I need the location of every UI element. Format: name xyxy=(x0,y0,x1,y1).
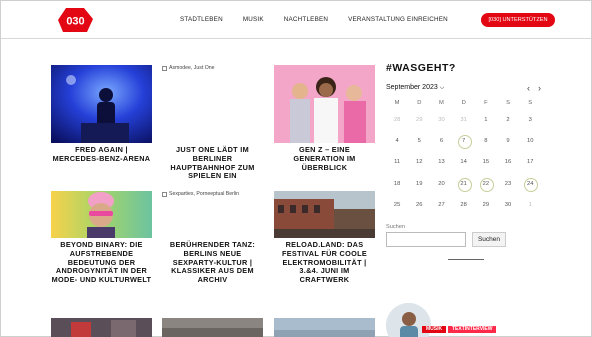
calendar-day[interactable]: 28 xyxy=(453,195,475,216)
nav-veranstaltung-einreichen[interactable]: VERANSTALTUNG EINREICHEN xyxy=(348,16,448,23)
tag-musik[interactable]: MUSIK xyxy=(422,326,447,333)
calendar-day[interactable]: 16 xyxy=(497,152,519,173)
calendar-day-of-week: S xyxy=(506,100,510,106)
article-title[interactable]: BEYOND BINARY: DIE AUFSTREBENDE BEDEUTUN… xyxy=(51,240,152,285)
article-thumbnail[interactable] xyxy=(274,191,375,238)
calendar-day-of-week: D xyxy=(417,100,422,106)
search-label: Suchen xyxy=(386,223,405,230)
search-button[interactable]: Suchen xyxy=(472,231,506,247)
calendar-day[interactable]: 13 xyxy=(430,152,452,173)
article-title[interactable]: FRED AGAIN | MERCEDES-BENZ-ARENA xyxy=(51,145,152,164)
calendar-day[interactable]: 19 xyxy=(408,173,430,194)
article-thumbnail[interactable] xyxy=(274,65,375,143)
calendar-day-of-week: F xyxy=(484,100,488,106)
calendar-day[interactable]: 23 xyxy=(497,173,519,194)
article-card[interactable]: FRED AGAIN | MERCEDES-BENZ-ARENA xyxy=(51,65,152,164)
broken-image-icon xyxy=(162,65,167,71)
article-card[interactable]: Sexparties, Porneeptual Berlin BERÜHREND… xyxy=(162,191,263,285)
article-thumbnail[interactable] xyxy=(162,318,263,337)
calendar-day-of-week: M xyxy=(394,100,400,106)
article-title[interactable]: RELOAD.LAND: DAS FESTIVAL FÜR COOLE ELEK… xyxy=(274,240,375,285)
calendar-day[interactable]: 21 xyxy=(453,173,475,194)
article-title[interactable]: GEN Z – EINE GENERATION IM ÜBERBLICK xyxy=(274,145,375,172)
chevron-right-icon[interactable]: › xyxy=(538,83,541,93)
calendar-month-select[interactable]: September 2023 ⌵ xyxy=(386,84,444,92)
calendar-day[interactable]: 29 xyxy=(475,195,497,216)
calendar-day[interactable]: 6 xyxy=(430,130,452,151)
calendar-day-of-week: D xyxy=(461,100,466,106)
article-card[interactable]: BEYOND BINARY: DIE AUFSTREBENDE BEDEUTUN… xyxy=(51,191,152,285)
image-alt-text: Asmodee, Just One xyxy=(162,65,263,71)
calendar-day[interactable]: 24 xyxy=(519,173,541,194)
article-thumbnail[interactable] xyxy=(51,191,152,238)
calendar-day[interactable]: 27 xyxy=(430,195,452,216)
tag-textinterview[interactable]: TEXTINTERVIEW xyxy=(448,326,497,333)
article-thumbnail[interactable] xyxy=(51,65,152,143)
nav-nachtleben[interactable]: NACHTLEBEN xyxy=(284,16,328,23)
calendar-day[interactable]: 10 xyxy=(519,130,541,151)
article-title[interactable]: JUST ONE LÄDT IM BERLINER HAUPTBAHNHOF Z… xyxy=(162,145,263,181)
calendar-header: September 2023 ⌵ ‹ › xyxy=(386,83,546,93)
calendar-day[interactable]: 3 xyxy=(519,109,541,130)
calendar-day[interactable]: 8 xyxy=(475,130,497,151)
site-logo[interactable]: 030 xyxy=(57,7,95,33)
calendar-day[interactable]: 1 xyxy=(519,195,541,216)
calendar-day[interactable]: 17 xyxy=(519,152,541,173)
calendar-day[interactable]: 7 xyxy=(453,130,475,151)
article-card[interactable]: GEN Z – EINE GENERATION IM ÜBERBLICK xyxy=(274,65,375,172)
site-header: 030 STADTLEBEN MUSIK NACHTLEBEN VERANSTA… xyxy=(1,1,591,39)
nav-musik[interactable]: MUSIK xyxy=(243,16,264,23)
support-button[interactable]: [030] UNTERSTÜTZEN xyxy=(481,13,555,27)
chevron-left-icon[interactable]: ‹ xyxy=(527,83,530,93)
article-thumbnail[interactable]: Asmodee, Just One xyxy=(162,65,263,143)
calendar-day[interactable]: 30 xyxy=(497,195,519,216)
article-thumbnail[interactable] xyxy=(51,318,152,337)
calendar-grid: M D M D F S S 28 29 30 31 1 2 3 4 5 6 7 8 9 10 11 12 13 14 15 16 17… xyxy=(386,97,546,216)
article-title[interactable]: BERÜHRENDER TANZ: BERLINS NEUE SEXPARTY-… xyxy=(162,240,263,285)
calendar-day[interactable]: 31 xyxy=(453,109,475,130)
nav-stadtleben[interactable]: STADTLEBEN xyxy=(180,16,223,23)
calendar-day[interactable]: 5 xyxy=(408,130,430,151)
article-thumbnail[interactable]: Sexparties, Porneeptual Berlin xyxy=(162,191,263,238)
calendar-day[interactable]: 1 xyxy=(475,109,497,130)
main-nav: STADTLEBEN MUSIK NACHTLEBEN VERANSTALTUN… xyxy=(180,16,468,23)
calendar-day[interactable]: 14 xyxy=(453,152,475,173)
calendar-day-of-week: S xyxy=(528,100,533,106)
calendar-day-of-week: M xyxy=(439,100,444,106)
article-card[interactable]: RELOAD.LAND: DAS FESTIVAL FÜR COOLE ELEK… xyxy=(274,191,375,285)
calendar-day[interactable]: 15 xyxy=(475,152,497,173)
sidebar-heading: #WASGEHT? xyxy=(386,62,456,74)
search-input[interactable] xyxy=(386,231,466,247)
calendar-day[interactable]: 4 xyxy=(386,130,408,151)
calendar-day[interactable]: 30 xyxy=(430,109,452,130)
calendar-day[interactable]: 9 xyxy=(497,130,519,151)
calendar-day[interactable]: 29 xyxy=(408,109,430,130)
divider xyxy=(448,258,484,260)
article-thumbnail[interactable] xyxy=(274,318,375,337)
calendar-day[interactable]: 26 xyxy=(408,195,430,216)
article-card[interactable]: Asmodee, Just One JUST ONE LÄDT IM BERLI… xyxy=(162,65,263,181)
calendar-day[interactable]: 28 xyxy=(386,109,408,130)
image-alt-text: Sexparties, Porneeptual Berlin xyxy=(162,191,263,197)
calendar-day[interactable]: 11 xyxy=(386,152,408,173)
calendar-day[interactable]: 25 xyxy=(386,195,408,216)
calendar-day[interactable]: 18 xyxy=(386,173,408,194)
chevron-down-icon: ⌵ xyxy=(439,85,445,91)
logo-text: 030 xyxy=(66,16,84,28)
calendar-day[interactable]: 12 xyxy=(408,152,430,173)
calendar-day[interactable]: 20 xyxy=(430,173,452,194)
calendar-day[interactable]: 22 xyxy=(475,173,497,194)
broken-image-icon xyxy=(162,191,167,197)
calendar-day[interactable]: 2 xyxy=(497,109,519,130)
sidebar: #WASGEHT? September 2023 ⌵ ‹ › M D M D F S S 28… xyxy=(386,62,546,260)
